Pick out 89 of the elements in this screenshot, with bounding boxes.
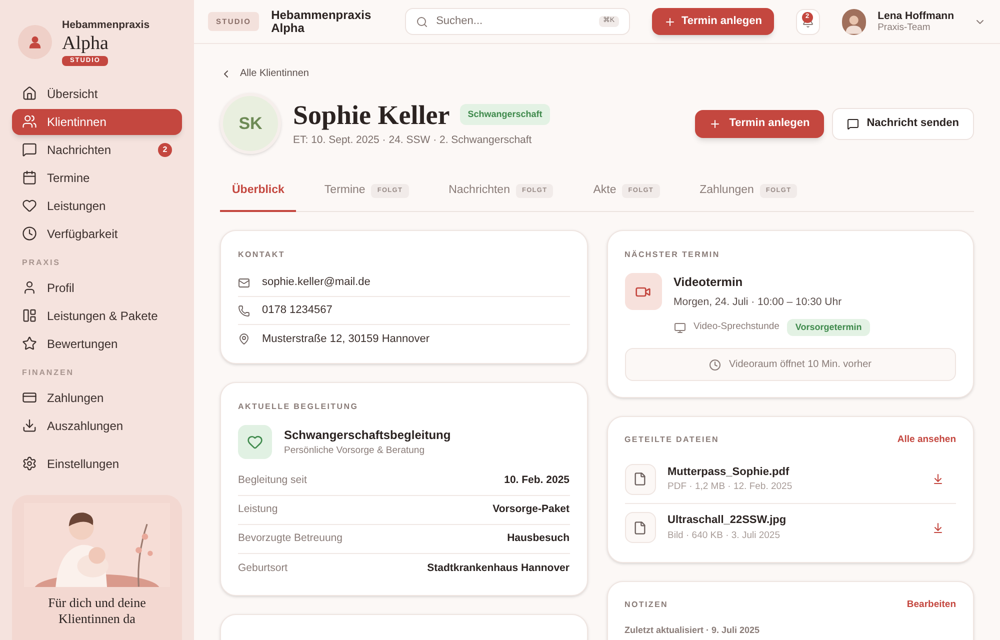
detail-value: 10. Feb. 2025	[504, 473, 570, 488]
nav-item[interactable]: Klientinnen	[12, 108, 182, 134]
nav-item[interactable]: Auszahlungen	[12, 412, 182, 438]
nav-item[interactable]: Einstellungen	[12, 450, 182, 476]
heart-icon	[22, 198, 37, 213]
nav-item[interactable]: Übersicht	[12, 80, 182, 106]
avatar	[842, 8, 866, 34]
map-pin-icon	[238, 333, 250, 345]
users-icon	[22, 114, 37, 129]
mail-icon	[238, 276, 250, 288]
count-badge: 2	[158, 142, 172, 156]
credit-card-icon	[22, 390, 37, 405]
card-title: KONTAKT	[238, 249, 286, 261]
contact-value: 0178 1234567	[262, 303, 332, 318]
edit-link[interactable]: Bearbeiten	[906, 598, 956, 612]
card-title: AKTUELLE BEGLEITUNG	[238, 401, 360, 413]
detail-label: Leistung	[238, 502, 278, 518]
client-name: Sophie Keller	[293, 98, 450, 131]
notice-text: Videoraum öffnet 10 Min. vorher	[729, 358, 872, 372]
promo-text: Für dich und deine Klientinnen da	[47, 594, 147, 626]
contact-value: sophie.keller@mail.de	[262, 275, 370, 290]
user-name: Lena Hoffmann	[878, 10, 954, 22]
heart-icon	[247, 434, 263, 450]
nav-item[interactable]: Profil	[12, 274, 182, 300]
file-name: Mutterpass_Sophie.pdf	[668, 464, 790, 480]
download-icon[interactable]	[932, 522, 944, 534]
new-appointment-button[interactable]: Termin anlegen	[652, 8, 774, 35]
practice-title: Hebammenpraxis Alpha	[271, 8, 372, 34]
phone-icon	[238, 304, 250, 316]
nav-item[interactable]: Leistungen & Pakete	[12, 302, 182, 328]
plus-icon	[709, 118, 722, 130]
appointment-channel: Video-Sprechstunde	[694, 320, 780, 334]
brand-subtitle: Hebammenpraxis	[62, 18, 150, 33]
search-field[interactable]: Suchen...	[436, 13, 591, 30]
contact-value: Musterstraße 12, 30159 Hannover	[262, 332, 430, 347]
detail-label: Begleitung seit	[238, 473, 307, 488]
clock-icon	[22, 226, 37, 241]
download-icon[interactable]	[932, 473, 944, 485]
card-title: NÄCHSTER TERMIN	[624, 249, 721, 261]
detail-label: Geburtsort	[238, 560, 288, 576]
detail-value: Hausbesuch	[507, 531, 570, 546]
monitor-icon	[674, 322, 686, 334]
logo-icon	[18, 24, 52, 59]
care-subtitle: Persönliche Vorsorge & Beratung	[284, 444, 426, 458]
file-meta: PDF · 1,2 MB · 12. Feb. 2025	[668, 480, 794, 494]
nav-item[interactable]: Bewertungen	[12, 330, 182, 356]
new-appointment-button[interactable]: Termin anlegen	[695, 110, 824, 138]
appointment-time: Morgen, 24. Juli · 10:00 – 10:30 Uhr	[674, 295, 843, 310]
file-name: Ultraschall_22SSW.jpg	[668, 513, 788, 528]
user-role: Praxis-Team	[878, 22, 932, 34]
appointment-tag: Vorsorgetermin	[787, 318, 870, 336]
appointment-name: Videotermin	[674, 274, 744, 291]
file-meta: Bild · 640 KB · 3. Juli 2025	[668, 528, 781, 543]
calendar-icon	[22, 170, 37, 185]
message-icon	[22, 142, 37, 157]
client-meta: ET: 10. Sept. 2025 · 24. SSW · 2. Schwangerschaft	[293, 132, 533, 148]
detail-value: Vorsorge-Paket	[492, 502, 570, 518]
clock-icon	[709, 358, 721, 371]
star-icon	[22, 336, 37, 351]
section-heading: FINANZEN	[21, 366, 75, 378]
nav-item[interactable]: Leistungen	[12, 192, 182, 218]
message-icon	[846, 118, 859, 130]
view-all-link[interactable]: Alle ansehen	[897, 433, 956, 448]
settings-icon	[22, 456, 37, 471]
card-title: GETEILTE DATEIEN	[624, 434, 719, 446]
send-message-button[interactable]: Nachricht senden	[832, 108, 974, 140]
detail-value: Stadtkrankenhaus Hannover	[427, 560, 570, 576]
file-icon	[633, 472, 647, 486]
section-heading: PRAXIS	[21, 256, 62, 268]
table-icon	[22, 308, 37, 323]
care-name: Schwangerschaftsbegleitung	[284, 426, 451, 444]
brand-name: Alpha	[62, 34, 110, 54]
search-icon	[416, 16, 428, 28]
detail-label: Bevorzugte Betreuung	[238, 531, 342, 546]
nav-item[interactable]: Nachrichten 2	[12, 136, 182, 162]
home-icon	[22, 86, 37, 101]
user-icon	[22, 280, 37, 295]
nav-item[interactable]: Termine	[12, 164, 182, 190]
client-avatar: SK	[220, 93, 281, 154]
back-link[interactable]: Alle Klientinnen	[220, 66, 974, 81]
tab[interactable]: Überblick	[220, 172, 296, 212]
nav-item[interactable]: Verfügbarkeit	[12, 220, 182, 246]
notes-updated: Zuletzt aktualisiert · 9. Juli 2025	[624, 624, 761, 637]
status-tag: Schwangerschaft	[460, 104, 550, 126]
plus-icon	[664, 16, 676, 28]
download-icon	[22, 418, 37, 433]
nav-item[interactable]: Zahlungen	[12, 384, 182, 410]
file-icon	[633, 520, 647, 534]
card-title: NOTIZEN	[624, 598, 668, 611]
